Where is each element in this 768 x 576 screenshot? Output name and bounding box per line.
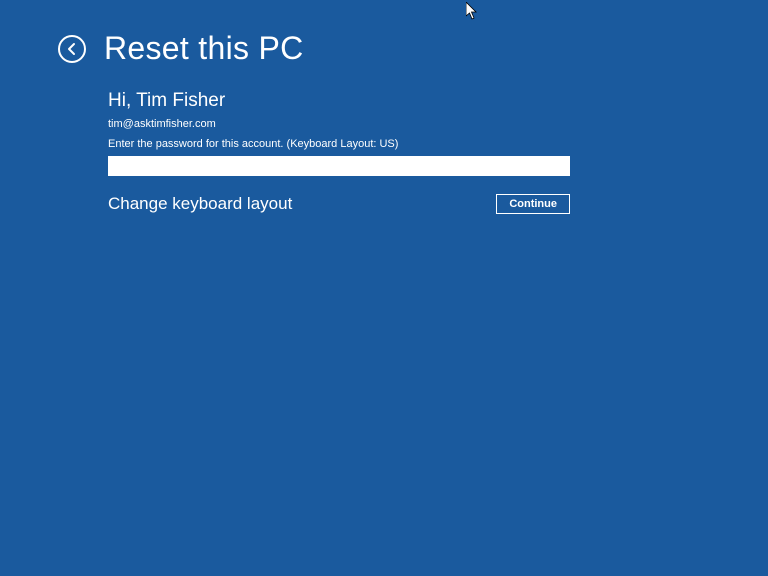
password-input[interactable]: [108, 156, 570, 176]
change-keyboard-layout-link[interactable]: Change keyboard layout: [108, 194, 292, 214]
footer-row: Change keyboard layout Continue: [108, 194, 570, 214]
content-area: Hi, Tim Fisher tim@asktimfisher.com Ente…: [108, 90, 570, 176]
continue-button[interactable]: Continue: [496, 194, 570, 214]
greeting-text: Hi, Tim Fisher: [108, 90, 570, 112]
password-prompt: Enter the password for this account. (Ke…: [108, 138, 570, 150]
header: Reset this PC: [58, 30, 304, 67]
account-email: tim@asktimfisher.com: [108, 118, 570, 130]
back-icon[interactable]: [58, 35, 86, 63]
page-title: Reset this PC: [104, 30, 304, 67]
cursor-icon: [466, 2, 478, 25]
